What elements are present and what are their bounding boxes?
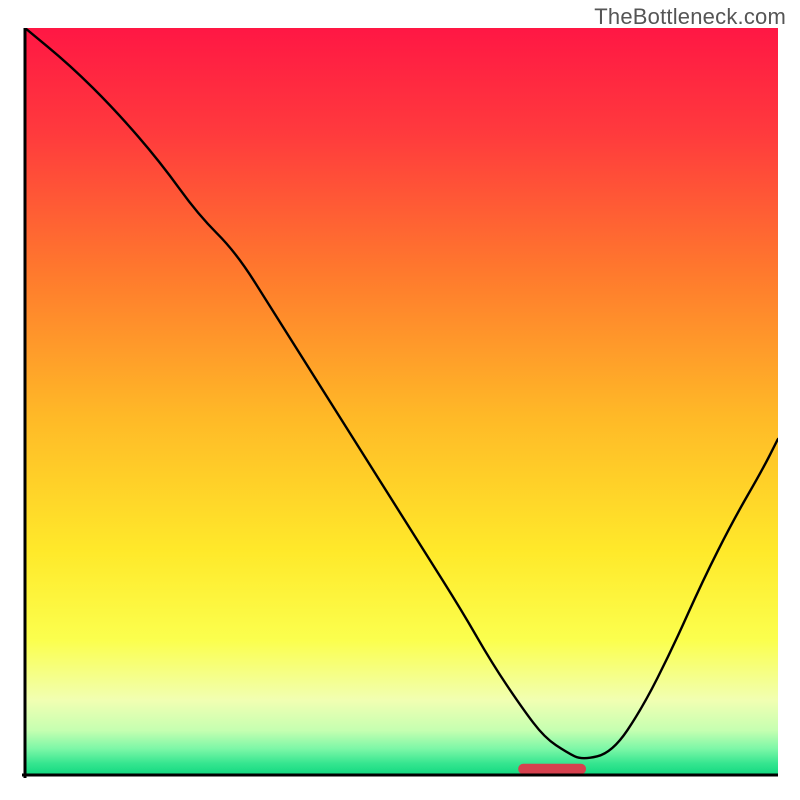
- chart-container: [22, 28, 778, 778]
- watermark-text: TheBottleneck.com: [594, 4, 786, 30]
- bottleneck-chart: [22, 28, 778, 778]
- optimal-marker: [518, 764, 586, 774]
